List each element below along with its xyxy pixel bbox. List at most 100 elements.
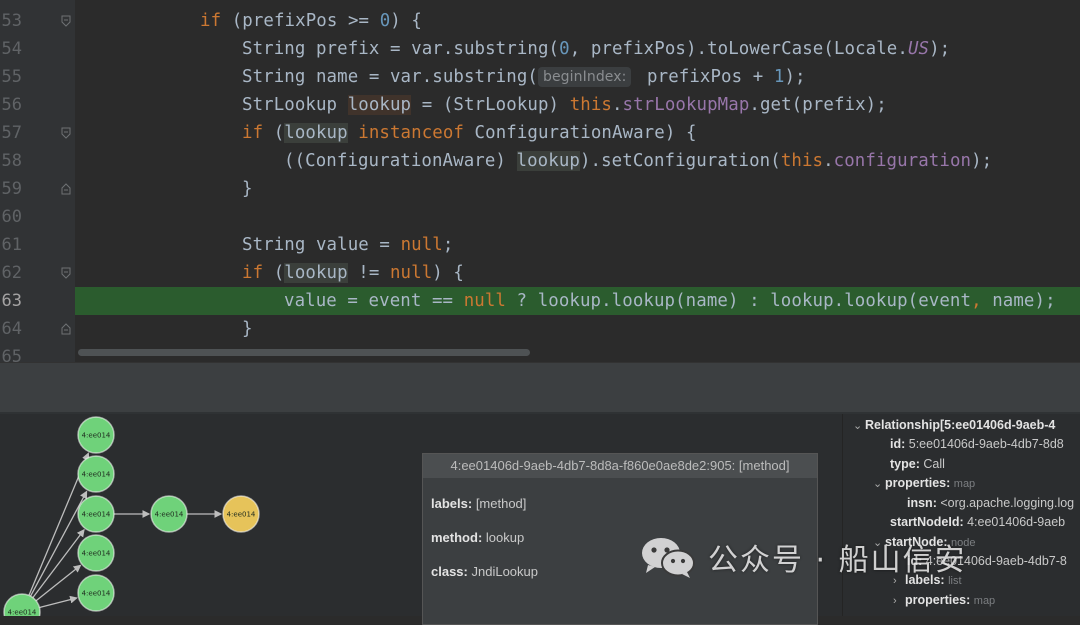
panel-divider[interactable] xyxy=(0,362,1080,413)
graph-node[interactable]: 4:ee014 xyxy=(3,593,41,617)
line-number[interactable]: 59 xyxy=(0,175,22,203)
tree-row-relationship[interactable]: ⌄ Relationship[5:ee01406d-9aeb-4 xyxy=(853,416,1055,435)
graph-edge[interactable] xyxy=(35,564,82,602)
graph-node-label: 4:ee014 xyxy=(8,609,37,617)
code-line-55[interactable]: 55 String name = var.substring(beginIndex… xyxy=(0,63,1080,91)
code-token: ((ConfigurationAware) xyxy=(284,151,517,171)
tree-key: properties: xyxy=(905,593,971,607)
line-number[interactable]: 64 xyxy=(0,315,22,343)
code-text[interactable]: StrLookup lookup = (StrLookup) this.strL… xyxy=(242,91,887,119)
code-token: , prefixPos).toLowerCase(Locale. xyxy=(569,39,908,59)
code-token: null xyxy=(463,291,506,311)
code-token: String value = xyxy=(242,235,401,255)
tree-key: properties: xyxy=(885,476,951,490)
code-line-63[interactable]: 63 value = event == null ? lookup.lookup(… xyxy=(0,287,1080,315)
code-text[interactable]: if (prefixPos >= 0) { xyxy=(200,7,422,35)
graph-node-label: 4:ee014 xyxy=(82,550,111,558)
fold-close-icon[interactable] xyxy=(61,323,71,335)
code-text[interactable]: String prefix = var.substring(0, prefixP… xyxy=(242,35,950,63)
code-token: ConfigurationAware) { xyxy=(463,123,697,143)
tree-value: 4:ee01406d-9aeb xyxy=(963,515,1066,529)
graph-node[interactable]: 4:ee014 xyxy=(77,574,115,612)
properties-tree[interactable]: ⌄ Relationship[5:ee01406d-9aeb-4 id: 5:ee… xyxy=(842,414,1080,616)
watermark-text: 公众号 · 船山信安 xyxy=(708,543,967,578)
popup-value: JndiLookup xyxy=(467,564,539,579)
fold-open-icon[interactable] xyxy=(61,267,71,279)
graph-node[interactable]: 4:ee014 xyxy=(222,495,260,533)
tree-value: 5:ee01406d-9aeb-4db7-8d8 xyxy=(905,437,1064,451)
chevron-down-icon[interactable]: ⌄ xyxy=(853,417,865,435)
code-token: String name = var.substring( xyxy=(242,67,538,87)
code-token: lookup xyxy=(284,263,348,283)
graph-node[interactable]: 4:ee014 xyxy=(77,455,115,493)
code-line-58[interactable]: 58 ((ConfigurationAware) lookup).setConfi… xyxy=(0,147,1080,175)
graph-edge[interactable] xyxy=(39,595,78,609)
code-text[interactable]: if (lookup != null) { xyxy=(242,259,464,287)
line-number[interactable]: 55 xyxy=(0,63,22,91)
code-token: US xyxy=(907,39,930,59)
line-number[interactable]: 58 xyxy=(0,147,22,175)
graph-node[interactable]: 4:ee014 xyxy=(77,416,115,454)
code-text[interactable]: } xyxy=(242,315,253,343)
code-editor[interactable]: 53 if (prefixPos >= 0) { 54 String prefix =… xyxy=(0,0,1080,362)
code-text[interactable]: value = event == null ? lookup.lookup(na… xyxy=(284,287,1056,315)
code-token: (prefixPos >= xyxy=(221,11,380,31)
line-number[interactable]: 56 xyxy=(0,91,22,119)
code-token: ) { xyxy=(390,11,422,31)
popup-key: labels xyxy=(431,496,468,511)
code-token: . xyxy=(823,151,834,171)
line-number[interactable]: 61 xyxy=(0,231,22,259)
code-line-54[interactable]: 54 String prefix = var.substring(0, prefi… xyxy=(0,35,1080,63)
code-token: ); xyxy=(784,67,806,87)
popup-row-class: class: JndiLookup xyxy=(431,564,538,579)
line-number[interactable]: 53 xyxy=(0,7,22,35)
graph-edge[interactable] xyxy=(29,490,88,597)
fold-open-icon[interactable] xyxy=(61,15,71,27)
code-token: value = event == xyxy=(284,291,464,311)
code-token: lookup xyxy=(284,123,348,143)
graph-node[interactable]: 4:ee014 xyxy=(150,495,188,533)
graph-node[interactable]: 4:ee014 xyxy=(77,495,115,533)
code-text[interactable]: ((ConfigurationAware) lookup).setConfigu… xyxy=(284,147,992,175)
popup-key: method xyxy=(431,530,478,545)
code-token: this xyxy=(780,151,824,171)
code-text[interactable]: String name = var.substring(beginIndex: … xyxy=(242,63,806,91)
line-number[interactable]: 54 xyxy=(0,35,22,63)
code-text[interactable]: if (lookup instanceof ConfigurationAware… xyxy=(242,119,697,147)
fold-open-icon[interactable] xyxy=(61,127,71,139)
code-token: String prefix = var.substring( xyxy=(242,39,560,59)
code-token: .get(prefix); xyxy=(749,95,887,115)
code-line-57[interactable]: 57 if (lookup instanceof ConfigurationAwa… xyxy=(0,119,1080,147)
popup-key: class xyxy=(431,564,464,579)
chevron-right-icon[interactable]: › xyxy=(893,592,905,610)
code-line-61[interactable]: 61 String value = null; xyxy=(0,231,1080,259)
code-token: lookup xyxy=(347,95,412,115)
code-token: name); xyxy=(981,291,1056,311)
code-token: ) { xyxy=(432,263,464,283)
code-text[interactable]: String value = null; xyxy=(242,231,453,259)
graph-node[interactable]: 4:ee014 xyxy=(77,534,115,572)
code-token: } xyxy=(242,319,253,339)
line-number[interactable]: 57 xyxy=(0,119,22,147)
horizontal-scrollbar[interactable] xyxy=(78,349,530,356)
code-line-60[interactable]: 60 xyxy=(0,203,1080,231)
line-number[interactable]: 62 xyxy=(0,259,22,287)
code-text[interactable]: } xyxy=(242,175,253,203)
line-number[interactable]: 65 xyxy=(0,343,22,362)
code-line-53[interactable]: 53 if (prefixPos >= 0) { xyxy=(0,7,1080,35)
tree-value: <org.apache.logging.log xyxy=(936,496,1075,510)
line-number[interactable]: 63 xyxy=(0,287,22,315)
code-line-56[interactable]: 56 StrLookup lookup = (StrLookup) this.st… xyxy=(0,91,1080,119)
code-line-59[interactable]: 59} xyxy=(0,175,1080,203)
tree-row-properties[interactable]: ⌄ properties: map xyxy=(873,474,975,493)
graph-edge[interactable] xyxy=(32,528,85,599)
code-line-64[interactable]: 64} xyxy=(0,315,1080,343)
tree-key: insn: xyxy=(907,496,937,510)
code-line-62[interactable]: 62 if (lookup != null) { xyxy=(0,259,1080,287)
fold-close-icon[interactable] xyxy=(61,183,71,195)
tree-row-startnode-properties[interactable]: › properties: map xyxy=(893,591,995,610)
graph-node-label: 4:ee014 xyxy=(155,511,184,519)
line-number[interactable]: 60 xyxy=(0,203,22,231)
code-token: ? lookup.lookup(name) : lookup.lookup(ev… xyxy=(505,291,972,311)
chevron-down-icon[interactable]: ⌄ xyxy=(873,475,885,493)
